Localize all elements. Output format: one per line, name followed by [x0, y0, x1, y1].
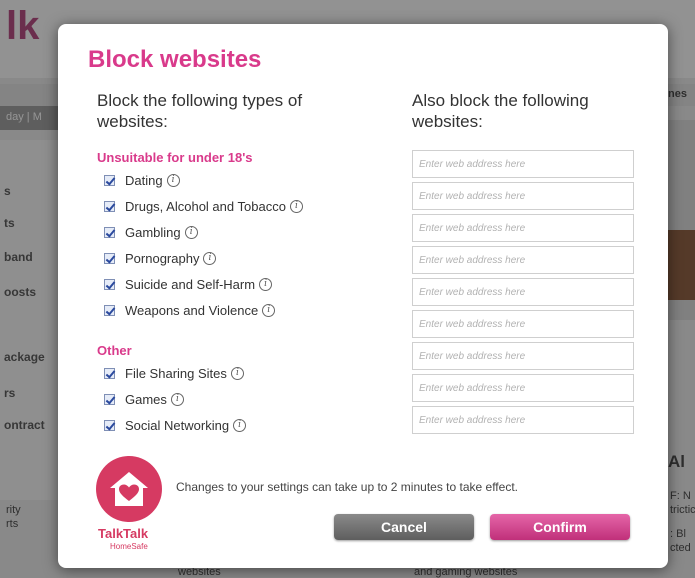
cancel-button[interactable]: Cancel: [334, 514, 474, 540]
section-heading-under-18: Unsuitable for under 18's: [97, 150, 253, 165]
web-address-input[interactable]: [412, 182, 634, 210]
custom-sites-heading: Also block the following websites:: [412, 91, 589, 131]
confirm-button[interactable]: Confirm: [490, 514, 630, 540]
category-row-dating: Dating i: [104, 170, 180, 190]
category-label: Pornography: [125, 250, 200, 266]
web-address-input[interactable]: [412, 150, 634, 178]
logo-product-name: HomeSafe: [110, 542, 148, 551]
category-label: Suicide and Self-Harm: [125, 276, 256, 292]
category-label: Drugs, Alcohol and Tobacco: [125, 198, 286, 214]
category-label: Dating: [125, 172, 163, 188]
info-icon[interactable]: i: [184, 225, 198, 239]
dating-checkbox[interactable]: [104, 174, 115, 186]
suicide-checkbox[interactable]: [104, 278, 115, 290]
info-icon[interactable]: i: [170, 392, 184, 406]
category-row-drugs: Drugs, Alcohol and Tobacco i: [104, 196, 303, 216]
drugs-checkbox[interactable]: [104, 200, 115, 212]
weapons-checkbox[interactable]: [104, 304, 115, 316]
web-address-input[interactable]: [412, 406, 634, 434]
logo-brand-name: TalkTalk: [98, 526, 149, 541]
categories-heading: Block the following types of websites:: [97, 91, 303, 131]
info-icon[interactable]: i: [262, 303, 276, 317]
category-row-social: Social Networking i: [104, 415, 247, 435]
info-icon[interactable]: i: [289, 199, 303, 213]
web-address-input[interactable]: [412, 246, 634, 274]
category-row-suicide: Suicide and Self-Harm i: [104, 274, 273, 294]
info-icon[interactable]: i: [166, 173, 180, 187]
category-label: File Sharing Sites: [125, 365, 227, 381]
web-address-input[interactable]: [412, 310, 634, 338]
category-label: Games: [125, 391, 167, 407]
info-icon[interactable]: i: [230, 366, 244, 380]
category-row-pornography: Pornography i: [104, 248, 217, 268]
category-label: Social Networking: [125, 417, 230, 433]
category-row-gambling: Gambling i: [104, 222, 198, 242]
gambling-checkbox[interactable]: [104, 226, 115, 238]
web-address-input[interactable]: [412, 214, 634, 242]
dialog-title: Block websites: [88, 46, 262, 73]
category-row-file-sharing: File Sharing Sites i: [104, 363, 244, 383]
category-label: Weapons and Violence: [125, 302, 259, 318]
info-icon[interactable]: i: [259, 277, 273, 291]
house-heart-icon: [110, 472, 148, 506]
category-row-games: Games i: [104, 389, 184, 409]
web-address-input[interactable]: [412, 278, 634, 306]
category-label: Gambling: [125, 224, 181, 240]
file-sharing-checkbox[interactable]: [104, 367, 115, 379]
category-row-weapons: Weapons and Violence i: [104, 300, 276, 320]
block-websites-dialog: Block websites Block the following types…: [58, 24, 668, 568]
pornography-checkbox[interactable]: [104, 252, 115, 264]
web-address-input[interactable]: [412, 342, 634, 370]
games-checkbox[interactable]: [104, 393, 115, 405]
settings-notice: Changes to your settings can take up to …: [176, 480, 518, 494]
web-address-input[interactable]: [412, 374, 634, 402]
section-heading-other: Other: [97, 343, 132, 358]
social-networking-checkbox[interactable]: [104, 419, 115, 431]
info-icon[interactable]: i: [203, 251, 217, 265]
homesafe-logo: [96, 456, 162, 522]
info-icon[interactable]: i: [233, 418, 247, 432]
